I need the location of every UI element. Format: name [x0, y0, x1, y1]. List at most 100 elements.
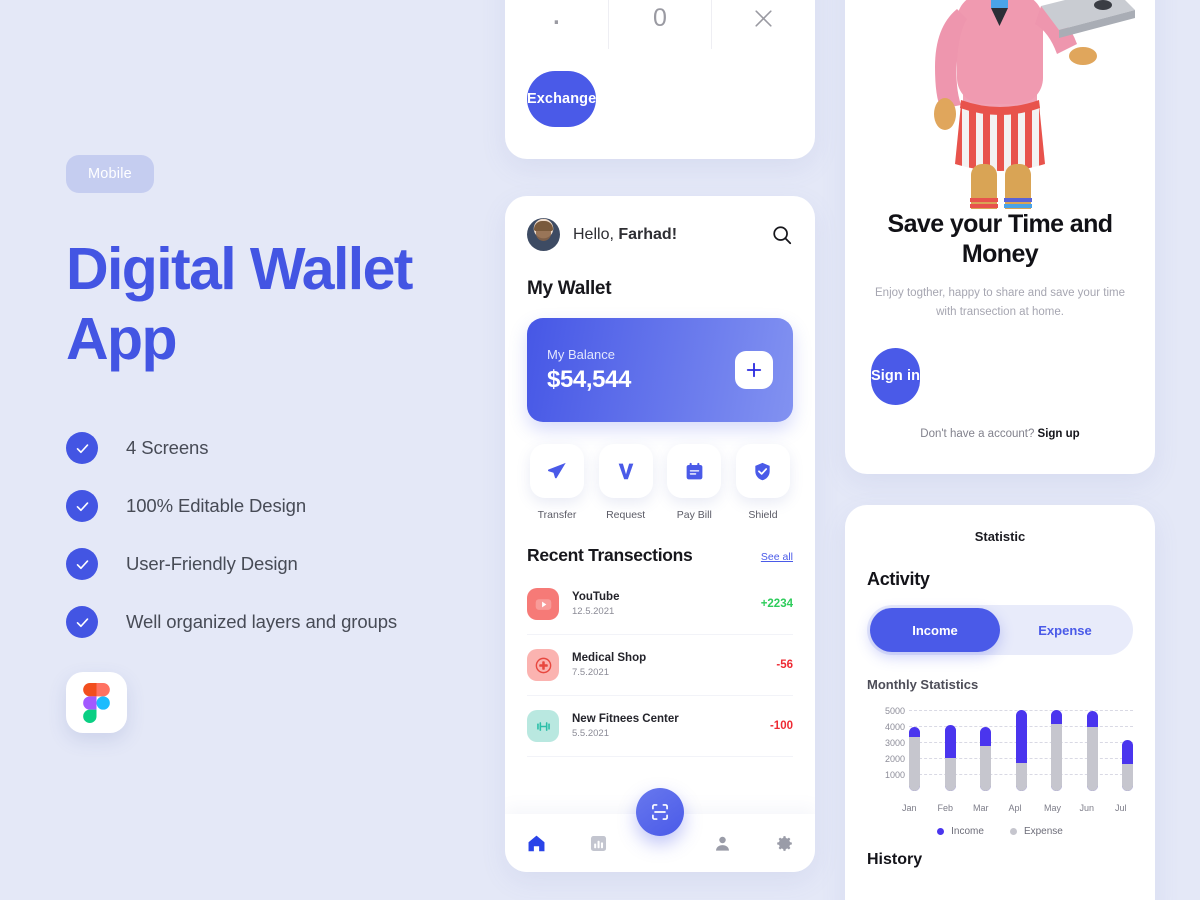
bar-chart-icon: [590, 835, 606, 851]
balance-texts: My Balance $54,544: [547, 347, 631, 394]
search-icon[interactable]: [771, 224, 793, 246]
bar-expense: [1086, 727, 1098, 791]
chart-x-axis: Jan Feb Mar Apl May Jun Jul: [902, 803, 1133, 813]
nav-profile[interactable]: [691, 834, 753, 853]
bar-expense: [1015, 763, 1027, 791]
bar-column: [1015, 705, 1027, 791]
transaction-list: YouTube 12.5.2021 +2234 Medical Shop 7.5…: [527, 574, 793, 757]
signin-title: Save your Time and Money: [887, 210, 1114, 268]
check-icon: [66, 432, 98, 465]
list-item: 4 Screens: [66, 432, 486, 465]
y-tick-label: 1000: [884, 770, 905, 781]
legend-dot-expense: [1009, 828, 1017, 835]
page-root: Mobile Digital Wallet App 4 Screens 100%…: [0, 0, 1200, 900]
bar-expense: [909, 736, 920, 791]
action-paybill[interactable]: Pay Bill: [664, 444, 724, 521]
transaction-amount: +2234: [760, 598, 793, 610]
dumbbell-icon: [527, 710, 559, 742]
activity-title: Activity: [867, 569, 930, 589]
check-icon: [66, 548, 98, 581]
receipt-icon: [667, 444, 722, 498]
action-request[interactable]: Request: [596, 444, 656, 521]
backspace-key[interactable]: [712, 0, 815, 49]
chart-bars: [909, 705, 1133, 791]
y-tick-label: 5000: [884, 706, 905, 717]
feature-label: Well organized layers and groups: [126, 611, 398, 633]
wallet-content: Hello, Farhad! My Wallet My Balance $54,…: [505, 196, 815, 757]
user-name: Farhad!: [618, 225, 678, 243]
person-icon: [715, 836, 729, 851]
balance-label: My Balance: [547, 346, 615, 362]
greeting-prefix: Hello,: [573, 225, 619, 243]
my-wallet-title: My Wallet: [527, 278, 612, 299]
x-tick-label: Jan: [902, 803, 917, 813]
transaction-name: New Fitnees Center: [572, 713, 679, 725]
x-tick-label: Mar: [973, 803, 989, 813]
legend-label: Income: [951, 826, 984, 837]
figma-logo-icon: [66, 672, 127, 734]
action-transfer[interactable]: Transfer: [527, 444, 587, 521]
recent-header: Recent Transections See all: [527, 545, 793, 566]
plus-icon[interactable]: [735, 351, 773, 389]
action-label: Pay Bill: [676, 509, 712, 521]
nav-stats[interactable]: [567, 834, 629, 853]
x-tick-label: Jul: [1115, 803, 1127, 813]
decimal-key[interactable]: .: [505, 0, 609, 49]
toggle-income[interactable]: Income: [870, 608, 1000, 652]
y-tick-label: 2000: [884, 754, 905, 765]
3d-person-with-laptop-illustration: [845, 0, 1155, 209]
see-all-link[interactable]: See all: [761, 551, 793, 563]
feature-label: 100% Editable Design: [126, 495, 307, 517]
youtube-icon: [527, 588, 559, 620]
signup-link[interactable]: Sign up: [1038, 428, 1080, 440]
bar-expense: [944, 757, 956, 791]
home-icon: [528, 835, 544, 851]
legend-dot-income: [937, 828, 945, 835]
check-icon: [66, 490, 98, 523]
zero-key[interactable]: 0: [609, 0, 713, 49]
avatar: [527, 218, 560, 251]
recent-transactions-title: Recent Transections: [527, 545, 693, 565]
chart-legend: Income Expense: [867, 826, 1133, 837]
statistic-content: Statistic Activity Income Expense Monthl…: [845, 505, 1155, 869]
bar-column: [1122, 705, 1133, 791]
signin-button[interactable]: Sign in: [871, 347, 921, 405]
action-shield[interactable]: Shield: [733, 444, 793, 521]
balance-amount: $54,544: [547, 365, 631, 393]
monthly-statistics-chart: 1000 2000 3000 4000 5000 Jan Feb Mar Apl May Jun J…: [867, 705, 1133, 813]
list-item: 100% Editable Design: [66, 490, 486, 523]
table-row[interactable]: New Fitnees Center 5.5.2021 -100: [527, 696, 793, 757]
activity-toggle: Income Expense: [867, 605, 1133, 655]
send-icon: [530, 444, 584, 498]
legend-item-income: Income: [937, 826, 984, 837]
x-tick-label: May: [1044, 803, 1062, 813]
gear-icon: [776, 835, 792, 851]
page-title: Digital Wallet App: [66, 236, 413, 372]
list-item: Well organized layers and groups: [66, 606, 486, 639]
request-arrow-icon: [598, 444, 653, 498]
feature-label: 4 Screens: [126, 437, 209, 459]
feature-list: 4 Screens 100% Editable Design User-Frie…: [66, 432, 486, 639]
transaction-date: 5.5.2021: [572, 728, 609, 739]
feature-label: User-Friendly Design: [126, 553, 298, 575]
toggle-expense[interactable]: Expense: [1000, 608, 1130, 652]
medical-cross-icon: [527, 649, 559, 681]
signin-body: Save your Time and Money Enjoy togther, …: [845, 209, 1155, 440]
table-row[interactable]: Medical Shop 7.5.2021 -56: [527, 635, 793, 696]
statistic-header: Statistic: [974, 529, 1026, 544]
nav-home[interactable]: [505, 833, 567, 854]
table-row[interactable]: YouTube 12.5.2021 +2234: [527, 574, 793, 635]
exchange-button[interactable]: Exchange: [527, 71, 597, 127]
signup-prompt: Don't have a account? Sign up: [871, 428, 1129, 440]
monthly-statistics-title: Monthly Statistics: [867, 677, 979, 692]
nav-scan[interactable]: [636, 788, 684, 836]
wallet-card: Hello, Farhad! My Wallet My Balance $54,…: [505, 196, 815, 872]
mobile-badge: Mobile: [66, 155, 154, 193]
nav-settings[interactable]: [753, 834, 815, 853]
transaction-amount: -100: [769, 720, 793, 732]
transaction-amount: -56: [776, 659, 793, 671]
transaction-name: YouTube: [572, 591, 620, 603]
check-icon: [66, 606, 98, 639]
bar-column: [980, 705, 991, 791]
list-item: User-Friendly Design: [66, 548, 486, 581]
